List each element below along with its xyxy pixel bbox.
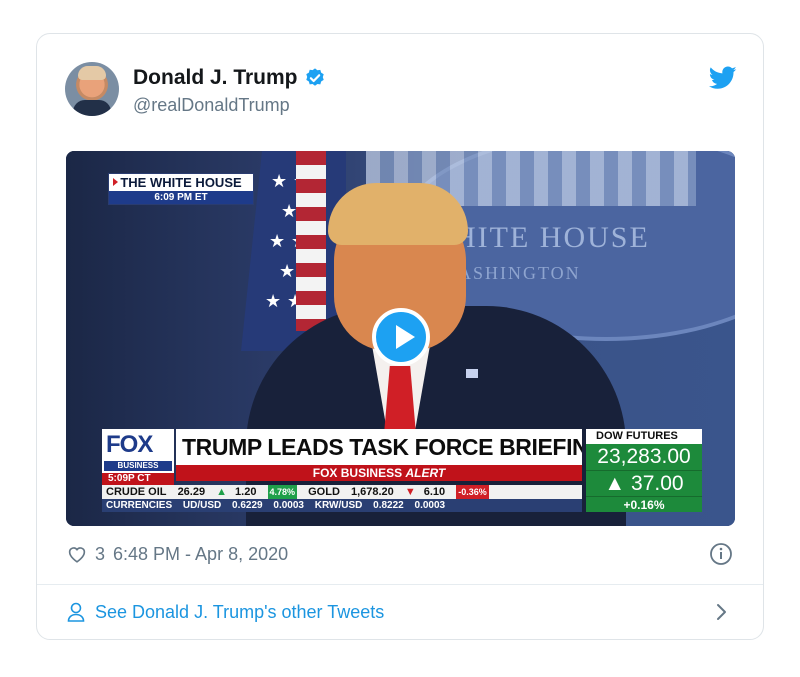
tweet-timestamp[interactable]: 6:48 PM - Apr 8, 2020 <box>113 544 288 565</box>
tweet-header: Donald J. Trump @realDonaldTrump <box>65 62 737 122</box>
ticker-row-currencies: CURRENCIES UD/USD 0.6229 0.0003 KRW/USD … <box>102 499 582 512</box>
gold-value: 1,678.20 <box>350 486 394 498</box>
gold-change: 6.10 <box>423 486 446 498</box>
crude-value: 26.29 <box>177 486 206 498</box>
up-arrow-icon: ▲ <box>604 472 632 495</box>
verified-badge-icon <box>305 68 324 86</box>
crude-label: CRUDE OIL <box>106 486 167 498</box>
twitter-bird-icon[interactable] <box>709 66 737 90</box>
network-logo-text: FOX <box>106 431 153 458</box>
like-count[interactable]: 3 <box>95 544 105 565</box>
news-headline: TRUMP LEADS TASK FORCE BRIEFING <box>176 429 582 465</box>
crude-pct: 4.78% <box>267 485 298 499</box>
gold-label: GOLD <box>308 486 340 498</box>
see-other-tweets-label[interactable]: See Donald J. Trump's other Tweets <box>95 602 384 623</box>
avatar[interactable] <box>65 62 119 116</box>
pair1-change: 0.0003 <box>273 500 304 511</box>
dow-futures-box: DOW FUTURES 23,283.00 ▲ 37.00 +0.16% <box>586 429 702 517</box>
location-badge-title: THE WHITE HOUSE <box>120 175 242 190</box>
video-player[interactable]: HITE HOUSE ASHINGTON ★★ ★★ ★★ ★★ ★★ THE … <box>66 151 735 526</box>
alert-word: ALERT <box>405 466 446 480</box>
info-icon[interactable] <box>709 542 733 566</box>
ticker-row-commodities: CRUDE OIL 26.29 ▲ 1.20 4.78% GOLD 1,678.2… <box>102 485 582 499</box>
pair2-label: KRW/USD <box>314 500 363 511</box>
pair2-change: 0.0003 <box>414 500 446 511</box>
person-icon <box>67 602 85 622</box>
dow-value: 23,283.00 <box>586 444 702 470</box>
author-handle[interactable]: @realDonaldTrump <box>133 95 290 116</box>
network-logo: FOX BUSINESS <box>102 429 174 473</box>
play-button[interactable] <box>372 308 430 366</box>
down-arrow-icon: ▼ <box>404 486 416 498</box>
pair2-value: 0.8222 <box>373 500 404 511</box>
tweet-card: Donald J. Trump @realDonaldTrump HITE HO… <box>36 33 764 640</box>
up-arrow-icon: ▲ <box>216 486 228 498</box>
dow-label: DOW FUTURES <box>586 429 702 444</box>
alert-bar: FOX BUSINESS ALERT <box>176 465 582 481</box>
heart-icon[interactable] <box>67 545 87 563</box>
currencies-label: CURRENCIES <box>106 500 173 511</box>
author-row: Donald J. Trump <box>133 66 326 90</box>
pair1-label: UD/USD <box>182 500 222 511</box>
dow-change: 37.00 <box>631 472 684 495</box>
tweet-meta: 3 6:48 PM - Apr 8, 2020 <box>67 540 288 568</box>
crude-change: 1.20 <box>235 486 257 498</box>
news-ticker: FOX BUSINESS TRUMP LEADS TASK FORCE BRIE… <box>102 429 582 517</box>
alert-prefix: FOX BUSINESS <box>312 466 403 480</box>
gold-pct: -0.36% <box>456 485 489 499</box>
dow-pct: +0.16% <box>586 496 702 512</box>
author-name[interactable]: Donald J. Trump <box>133 66 298 90</box>
pair1-value: 0.6229 <box>232 500 263 511</box>
see-other-tweets-link[interactable]: See Donald J. Trump's other Tweets <box>67 596 735 628</box>
dow-change-row: ▲ 37.00 <box>586 470 702 496</box>
chevron-right-icon[interactable] <box>715 602 729 622</box>
network-logo-sub: BUSINESS <box>104 461 172 471</box>
location-badge-time: 6:09 PM ET <box>109 191 253 204</box>
divider <box>37 584 763 585</box>
network-time: 5:09P CT <box>102 473 174 485</box>
location-badge: THE WHITE HOUSE 6:09 PM ET <box>108 173 254 205</box>
